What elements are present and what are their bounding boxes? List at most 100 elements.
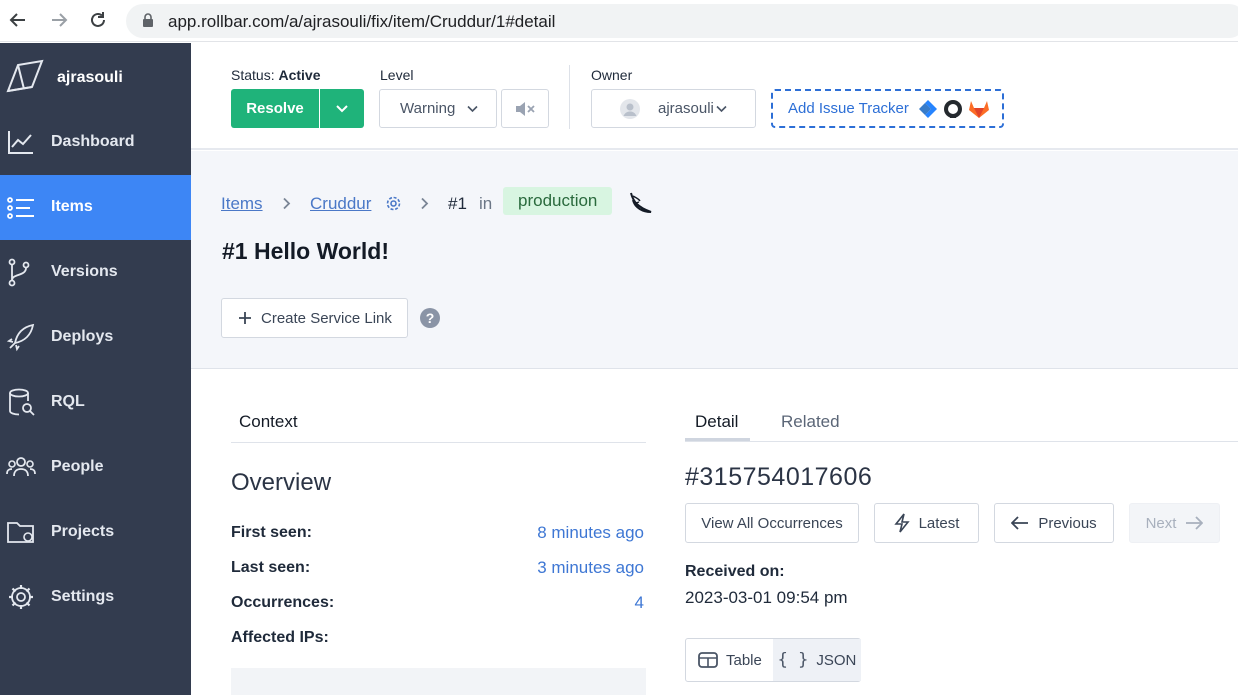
json-view-label: JSON: [816, 651, 857, 669]
github-icon: [943, 99, 962, 118]
button-label: View All Occurrences: [701, 514, 843, 532]
sidebar-item-deploys[interactable]: Deploys: [0, 305, 191, 370]
table-view-button[interactable]: Table: [698, 639, 762, 681]
affected-ips-label: Affected IPs:: [231, 629, 329, 646]
chevron-down-icon: [467, 105, 478, 113]
sidebar-item-versions[interactable]: Versions: [0, 240, 191, 305]
service-link-label: Create Service Link: [261, 309, 392, 327]
next-button[interactable]: Next: [1129, 503, 1220, 543]
url-text: app.rollbar.com/a/ajrasouli/fix/item/Cru…: [168, 12, 556, 31]
first-seen-label: First seen:: [231, 524, 312, 541]
divider: [569, 65, 570, 129]
button-label: Previous: [1038, 514, 1097, 532]
chevron-right-icon: [283, 197, 291, 210]
lock-icon: [143, 13, 153, 27]
breadcrumb-items-link[interactable]: Items: [221, 194, 263, 213]
sidebar-item-label: Versions: [51, 263, 118, 280]
create-service-link-button[interactable]: Create Service Link: [221, 298, 408, 338]
status-value: Active: [278, 67, 321, 83]
button-label: Latest: [918, 514, 960, 532]
address-bar[interactable]: app.rollbar.com/a/ajrasouli/fix/item/Cru…: [126, 4, 1238, 38]
sidebar-item-items[interactable]: Items: [0, 175, 191, 240]
environment-badge: production: [503, 187, 613, 215]
reload-icon[interactable]: [86, 8, 110, 32]
back-arrow-icon[interactable]: [6, 8, 30, 32]
braces-icon: { }: [777, 650, 809, 670]
resolve-button[interactable]: Resolve: [231, 89, 319, 128]
sidebar-item-people[interactable]: People: [0, 435, 191, 500]
arrow-right-icon: [1186, 516, 1204, 530]
gear-icon: [9, 585, 33, 609]
list-icon: [7, 197, 34, 219]
git-branch-icon: [8, 258, 30, 287]
arrow-left-icon: [1011, 516, 1029, 530]
last-seen-label: Last seen:: [231, 559, 311, 576]
add-issue-tracker-button[interactable]: Add Issue Tracker: [771, 89, 1004, 128]
affected-ips-panel: [231, 668, 646, 695]
plus-icon: [239, 312, 251, 324]
tab-related[interactable]: Related: [781, 412, 840, 432]
first-seen-value[interactable]: 8 minutes ago: [537, 523, 644, 543]
tab-detail[interactable]: Detail: [695, 412, 738, 432]
received-on-label: Received on:: [685, 563, 785, 580]
received-on-value: 2023-03-01 09:54 pm: [685, 588, 848, 607]
breadcrumb-in-text: in: [479, 194, 493, 213]
sidebar-item-rql[interactable]: RQL: [0, 370, 191, 435]
database-search-icon: [9, 388, 35, 416]
lightning-icon: [893, 513, 910, 533]
sidebar-item-dashboard[interactable]: Dashboard: [0, 110, 191, 175]
button-label: Next: [1145, 514, 1177, 532]
avatar: [620, 99, 640, 119]
breadcrumb-project[interactable]: Cruddur: [310, 194, 371, 214]
sidebar-item-label: Settings: [51, 588, 115, 605]
chevron-down-icon: [336, 104, 348, 112]
json-view-button[interactable]: { } JSON: [773, 639, 861, 681]
account-name: ajrasouli: [57, 69, 123, 86]
status-label: Status: Active: [231, 67, 321, 83]
previous-button[interactable]: Previous: [994, 503, 1114, 543]
account-switcher[interactable]: ajrasouli: [0, 43, 191, 109]
project-settings-icon[interactable]: [385, 195, 402, 212]
active-tab-indicator: [685, 438, 750, 441]
sidebar-item-settings[interactable]: Settings: [0, 565, 191, 630]
view-mode-toggle: Table { } JSON: [685, 638, 861, 682]
sidebar-item-label: People: [51, 458, 104, 475]
breadcrumb-item-number: #1: [448, 194, 467, 213]
owner-label: Owner: [591, 67, 633, 83]
browser-toolbar: app.rollbar.com/a/ajrasouli/fix/item/Cru…: [0, 0, 1238, 42]
owner-select[interactable]: ajrasouli: [591, 89, 756, 128]
flask-logo-icon: [630, 192, 652, 213]
volume-mute-icon: [516, 101, 535, 116]
item-header: Items Cruddur #1 in production #1 Hello …: [191, 151, 1238, 369]
item-status-bar: Status: Active Resolve Level Warning Own…: [191, 43, 1238, 150]
overview-title: Overview: [231, 469, 332, 496]
level-value: Warning: [400, 100, 456, 117]
page-title: #1 Hello World!: [222, 238, 389, 264]
sidebar: ajrasouli Dashboard Items Versions Deplo…: [0, 43, 191, 695]
chart-line-icon: [8, 131, 33, 154]
sidebar-item-label: Dashboard: [51, 133, 135, 150]
forward-arrow-icon[interactable]: [47, 8, 71, 32]
sidebar-item-projects[interactable]: Projects: [0, 500, 191, 565]
level-select[interactable]: Warning: [379, 89, 497, 128]
breadcrumb-project-link[interactable]: Cruddur: [310, 194, 371, 213]
last-seen-value[interactable]: 3 minutes ago: [537, 558, 644, 578]
mute-button[interactable]: [501, 89, 549, 128]
gitlab-icon: [968, 100, 989, 118]
occurrence-id: #315754017606: [685, 463, 873, 491]
breadcrumb-items[interactable]: Items: [221, 194, 263, 214]
tracker-label: Add Issue Tracker: [788, 100, 909, 117]
view-all-occurrences-button[interactable]: View All Occurrences: [685, 503, 859, 543]
tab-divider: [231, 442, 646, 443]
rocket-icon: [6, 323, 35, 352]
chevron-right-icon: [421, 197, 429, 210]
occurrences-label: Occurrences:: [231, 594, 335, 611]
owner-value: ajrasouli: [658, 100, 714, 117]
tab-context[interactable]: Context: [239, 412, 298, 432]
help-icon[interactable]: ?: [420, 308, 440, 328]
table-view-label: Table: [726, 651, 762, 669]
resolve-dropdown-button[interactable]: [320, 89, 364, 128]
latest-button[interactable]: Latest: [874, 503, 979, 543]
sidebar-item-label: Items: [51, 198, 93, 215]
occurrences-value[interactable]: 4: [635, 593, 644, 613]
